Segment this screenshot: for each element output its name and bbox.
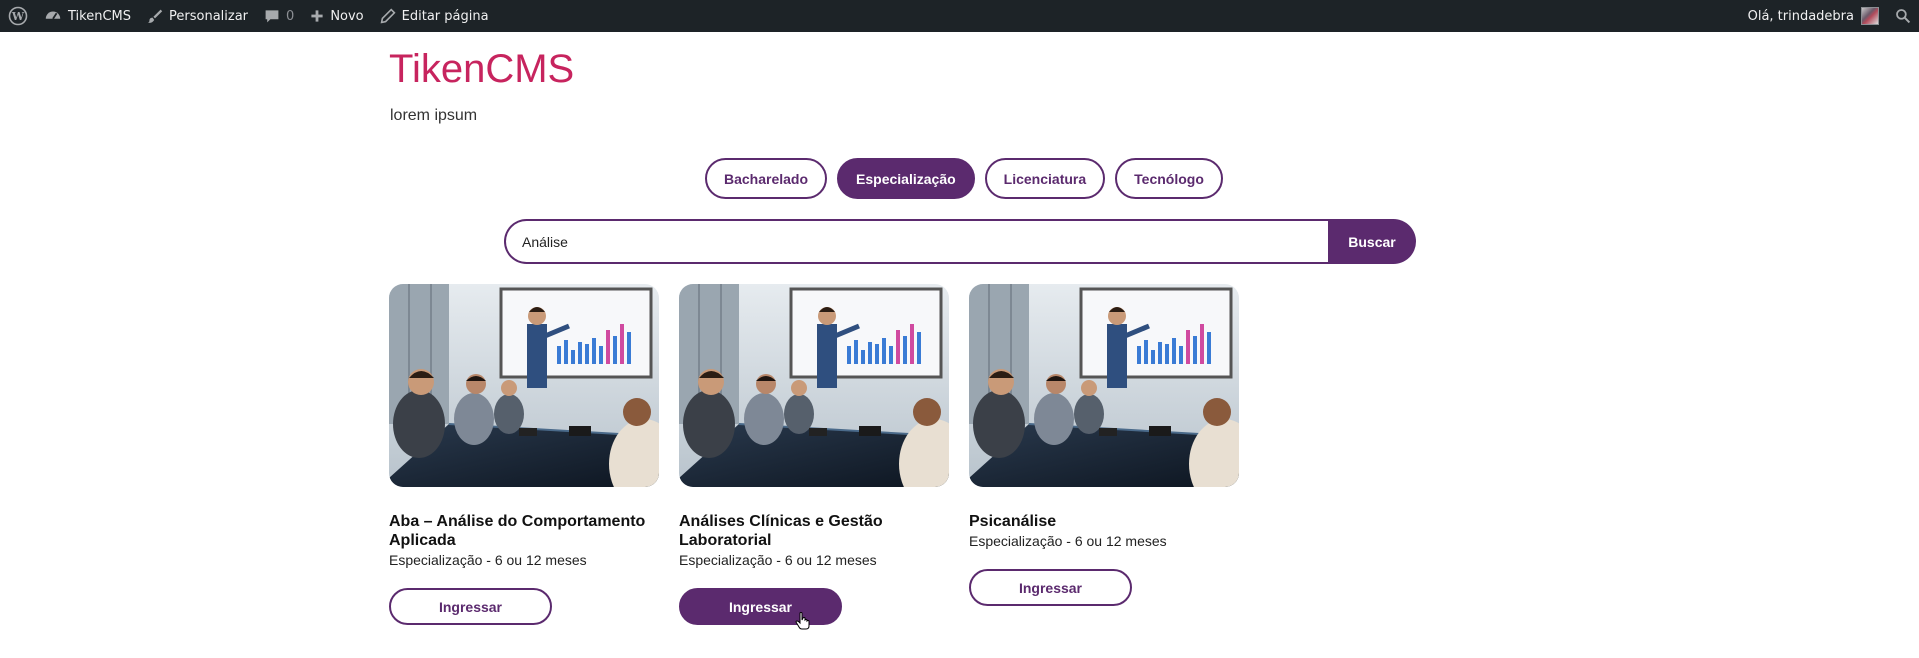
site-title[interactable]: TikenCMS xyxy=(389,47,574,92)
plus-icon xyxy=(311,10,323,22)
filter-tecnologo[interactable]: Tecnólogo xyxy=(1115,158,1223,199)
dashboard-icon xyxy=(45,11,61,20)
course-image[interactable] xyxy=(679,284,949,487)
filter-bacharelado[interactable]: Bacharelado xyxy=(705,158,828,199)
course-card: Aba – Análise do Comportamento Aplicada … xyxy=(389,284,659,625)
hand-cursor-icon xyxy=(795,612,810,630)
customize-label: Personalizar xyxy=(169,8,249,24)
wordpress-logo-button[interactable]: W xyxy=(0,0,36,32)
svg-text:W: W xyxy=(11,10,25,23)
ingressar-button[interactable]: Ingressar xyxy=(389,588,552,625)
course-subtitle: Especialização - 6 ou 12 meses xyxy=(969,533,1167,549)
course-search: Buscar xyxy=(504,219,1416,264)
brush-icon xyxy=(147,9,163,23)
edit-page-link[interactable]: Editar página xyxy=(372,0,497,32)
site-tagline: lorem ipsum xyxy=(390,107,478,124)
course-subtitle: Especialização - 6 ou 12 meses xyxy=(389,552,587,568)
comments-link[interactable]: 0 xyxy=(256,0,302,32)
site-name-link[interactable]: TikenCMS xyxy=(36,0,139,32)
search-icon xyxy=(1896,9,1911,24)
comments-count: 0 xyxy=(286,8,295,24)
customize-link[interactable]: Personalizar xyxy=(139,0,256,32)
new-content-link[interactable]: Novo xyxy=(302,0,371,32)
course-type-filters: Bacharelado Especialização Licenciatura … xyxy=(705,158,1223,199)
my-account-link[interactable]: Olá, trindadebra xyxy=(1740,0,1887,32)
course-results: Aba – Análise do Comportamento Aplicada … xyxy=(389,284,1239,625)
avatar xyxy=(1861,7,1879,25)
pencil-icon xyxy=(380,8,396,24)
admin-search-button[interactable] xyxy=(1887,0,1919,32)
greeting-label: Olá, trindadebra xyxy=(1747,8,1854,24)
course-title[interactable]: Análises Clínicas e Gestão Laboratorial xyxy=(679,512,949,550)
filter-licenciatura[interactable]: Licenciatura xyxy=(984,158,1106,199)
site-name-label: TikenCMS xyxy=(68,8,132,24)
course-subtitle: Especialização - 6 ou 12 meses xyxy=(679,552,877,568)
course-image[interactable] xyxy=(389,284,659,487)
search-input[interactable] xyxy=(504,219,1328,264)
comment-icon xyxy=(265,10,279,23)
admin-bar: W TikenCMS Personalizar 0 Novo Editar pá… xyxy=(0,0,1919,32)
course-card: Análises Clínicas e Gestão Laboratorial … xyxy=(679,284,949,625)
wordpress-icon: W xyxy=(8,6,28,26)
edit-page-label: Editar página xyxy=(401,8,489,24)
ingressar-button[interactable]: Ingressar xyxy=(969,569,1132,606)
course-title[interactable]: Psicanálise xyxy=(969,512,1239,531)
course-image[interactable] xyxy=(969,284,1239,487)
ingressar-button[interactable]: Ingressar xyxy=(679,588,842,625)
filter-especializacao[interactable]: Especialização xyxy=(837,158,975,199)
search-button[interactable]: Buscar xyxy=(1328,219,1416,264)
new-label: Novo xyxy=(330,8,364,24)
course-card: Psicanálise Especialização - 6 ou 12 mes… xyxy=(969,284,1239,625)
course-title[interactable]: Aba – Análise do Comportamento Aplicada xyxy=(389,512,659,550)
